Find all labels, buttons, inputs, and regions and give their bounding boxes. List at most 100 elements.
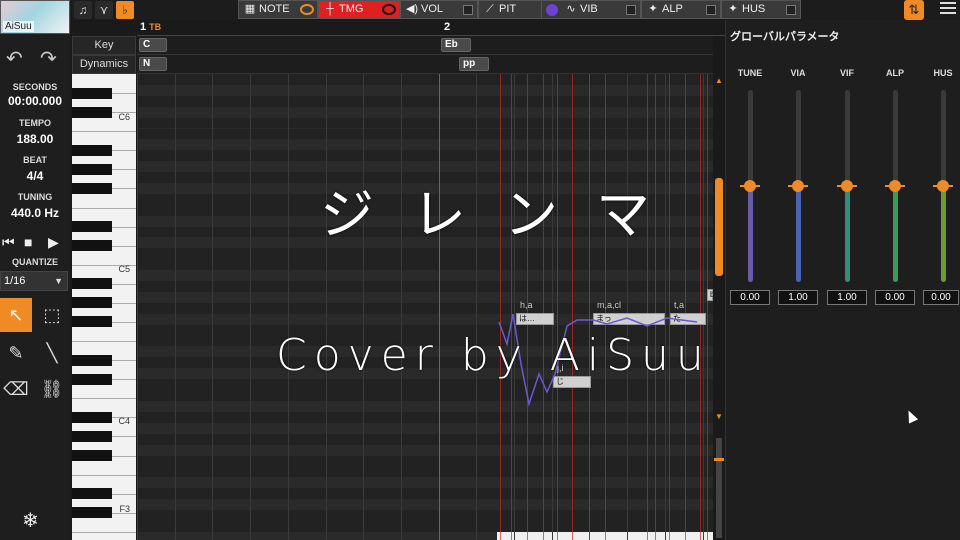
white-key[interactable] [72, 131, 136, 133]
param-value-input[interactable]: 1.00 [827, 290, 867, 305]
key-row-label: Key [72, 36, 136, 55]
white-key[interactable] [72, 398, 136, 400]
param-value-input[interactable]: 0.00 [923, 290, 959, 305]
black-key[interactable] [72, 430, 112, 442]
timing-icon: ┼ [326, 3, 334, 15]
black-key[interactable] [72, 144, 112, 156]
param-value-input[interactable]: 0.00 [730, 290, 770, 305]
link-tool-icon[interactable]: ⛓ [36, 372, 68, 406]
tab-hus[interactable]: ✦ HUS [721, 0, 801, 19]
beat-value[interactable]: 4/4 [0, 169, 70, 183]
slider-knob[interactable] [744, 180, 756, 192]
measure-ruler[interactable]: 1 TB 2 [137, 20, 725, 36]
seconds-value: 00:00.000 [7, 94, 63, 108]
quantize-select[interactable]: 1/16 ▼ [0, 271, 68, 291]
select-tool-icon[interactable]: ↖ [0, 298, 32, 332]
black-key[interactable] [72, 297, 112, 309]
black-key[interactable] [72, 488, 112, 500]
tempo-value[interactable]: 188.00 [0, 132, 70, 146]
vib-checkbox[interactable] [626, 5, 636, 15]
scroll-up-icon[interactable]: ▲ [715, 76, 723, 85]
slider-knob[interactable] [937, 180, 949, 192]
black-key[interactable] [72, 221, 112, 233]
slider-knob[interactable] [841, 180, 853, 192]
key-marker[interactable]: Eb [441, 38, 471, 52]
swap-icon[interactable]: ⇅ [904, 0, 924, 20]
black-key[interactable] [72, 450, 112, 461]
pitch-curve[interactable] [137, 74, 713, 540]
key-row[interactable]: C Eb [137, 36, 713, 55]
param-value-input[interactable]: 0.00 [875, 290, 915, 305]
eye-icon[interactable] [382, 4, 396, 15]
piano-roll[interactable]: は… h,a まっ m,a,cl た… t,a じ j,i b [137, 74, 713, 540]
black-key[interactable] [72, 182, 112, 194]
app-window: ♫ ⋎ ♭ ▦ NOTE ┼ TMG ◀) VOL ⟋ PIT ∿ VIB ✦ ALP [0, 0, 960, 540]
piano-grid-icon: ▦ [244, 3, 256, 15]
black-key[interactable] [72, 373, 112, 385]
beat-label: BEAT [23, 155, 47, 165]
slider-knob[interactable] [889, 180, 901, 192]
undo-icon[interactable]: ↶ [6, 46, 23, 71]
stop-icon[interactable]: ■ [24, 234, 32, 250]
vol-checkbox[interactable] [463, 5, 473, 15]
tab-tmg[interactable]: ┼ TMG [318, 0, 400, 19]
octave-label: F3 [119, 504, 130, 514]
eye-icon[interactable] [300, 4, 314, 15]
param-value-input[interactable]: 1.00 [778, 290, 818, 305]
tab-vib[interactable]: ∿ VIB [541, 0, 641, 19]
zoom-scroll[interactable] [716, 438, 722, 538]
line-tool-icon[interactable]: ╲ [36, 336, 68, 370]
white-key[interactable] [72, 474, 136, 476]
slider-knob[interactable] [792, 180, 804, 192]
black-key[interactable] [72, 240, 112, 252]
cover-credit-overlay: Cover by AiSuu [276, 330, 711, 381]
score-icon[interactable]: ♭ [116, 1, 134, 19]
black-key[interactable] [72, 411, 112, 423]
scroll-down-icon[interactable]: ▼ [715, 412, 723, 421]
redo-icon[interactable]: ↷ [40, 46, 57, 71]
hus-checkbox[interactable] [786, 5, 796, 15]
key-marker[interactable]: C [139, 38, 167, 52]
dynamics-row[interactable]: N pp [137, 55, 713, 74]
black-key[interactable] [72, 278, 112, 290]
brand-label: AiSuu [3, 21, 34, 32]
slider-fill [941, 186, 946, 282]
zoom-handle[interactable] [714, 458, 724, 461]
pencil-tool-icon[interactable]: ✎ [0, 336, 32, 370]
avatar[interactable]: AiSuu [0, 0, 70, 34]
vib-dot-icon[interactable] [546, 4, 558, 16]
black-key[interactable] [72, 316, 112, 328]
vertical-scrollbar[interactable]: ▲ ▼ [714, 74, 724, 540]
white-key[interactable] [72, 341, 136, 343]
tab-alp[interactable]: ✦ ALP [641, 0, 721, 19]
param-label: HUS [933, 68, 953, 78]
tuning-fork-icon[interactable]: ⋎ [95, 1, 113, 19]
chevron-down-icon: ▼ [54, 276, 63, 286]
piano-keyboard[interactable]: C6 C5 C4 F3 [72, 74, 136, 540]
marquee-tool-icon[interactable]: ⬚ [36, 298, 68, 332]
black-key[interactable] [72, 354, 112, 366]
eraser-tool-icon[interactable]: ⌫ [0, 372, 32, 406]
speaker-icon: ◀) [405, 3, 419, 15]
tab-note[interactable]: ▦ NOTE [238, 0, 318, 19]
skip-back-icon[interactable]: ⏮ [2, 234, 15, 251]
measure-1: 1 TB [140, 21, 162, 33]
metronome-icon[interactable]: ♫ [74, 1, 92, 19]
white-key[interactable] [72, 531, 136, 533]
tab-vol[interactable]: ◀) VOL [400, 0, 478, 19]
scroll-thumb[interactable] [715, 178, 723, 276]
menu-icon[interactable] [940, 2, 956, 14]
play-icon[interactable]: ▶ [48, 234, 59, 251]
tuning-value[interactable]: 440.0 Hz [0, 206, 70, 220]
dynamics-marker[interactable]: pp [459, 57, 489, 71]
black-key[interactable] [72, 507, 112, 519]
black-key[interactable] [72, 163, 112, 175]
black-key[interactable] [72, 106, 112, 118]
tempo-label: TEMPO [18, 118, 51, 128]
octave-label: C5 [118, 264, 130, 274]
alp-checkbox[interactable] [706, 5, 716, 15]
black-key[interactable] [72, 87, 112, 99]
white-key[interactable] [72, 207, 136, 209]
snowflake-icon[interactable]: ❄ [22, 508, 39, 533]
dynamics-marker[interactable]: N [139, 57, 167, 71]
